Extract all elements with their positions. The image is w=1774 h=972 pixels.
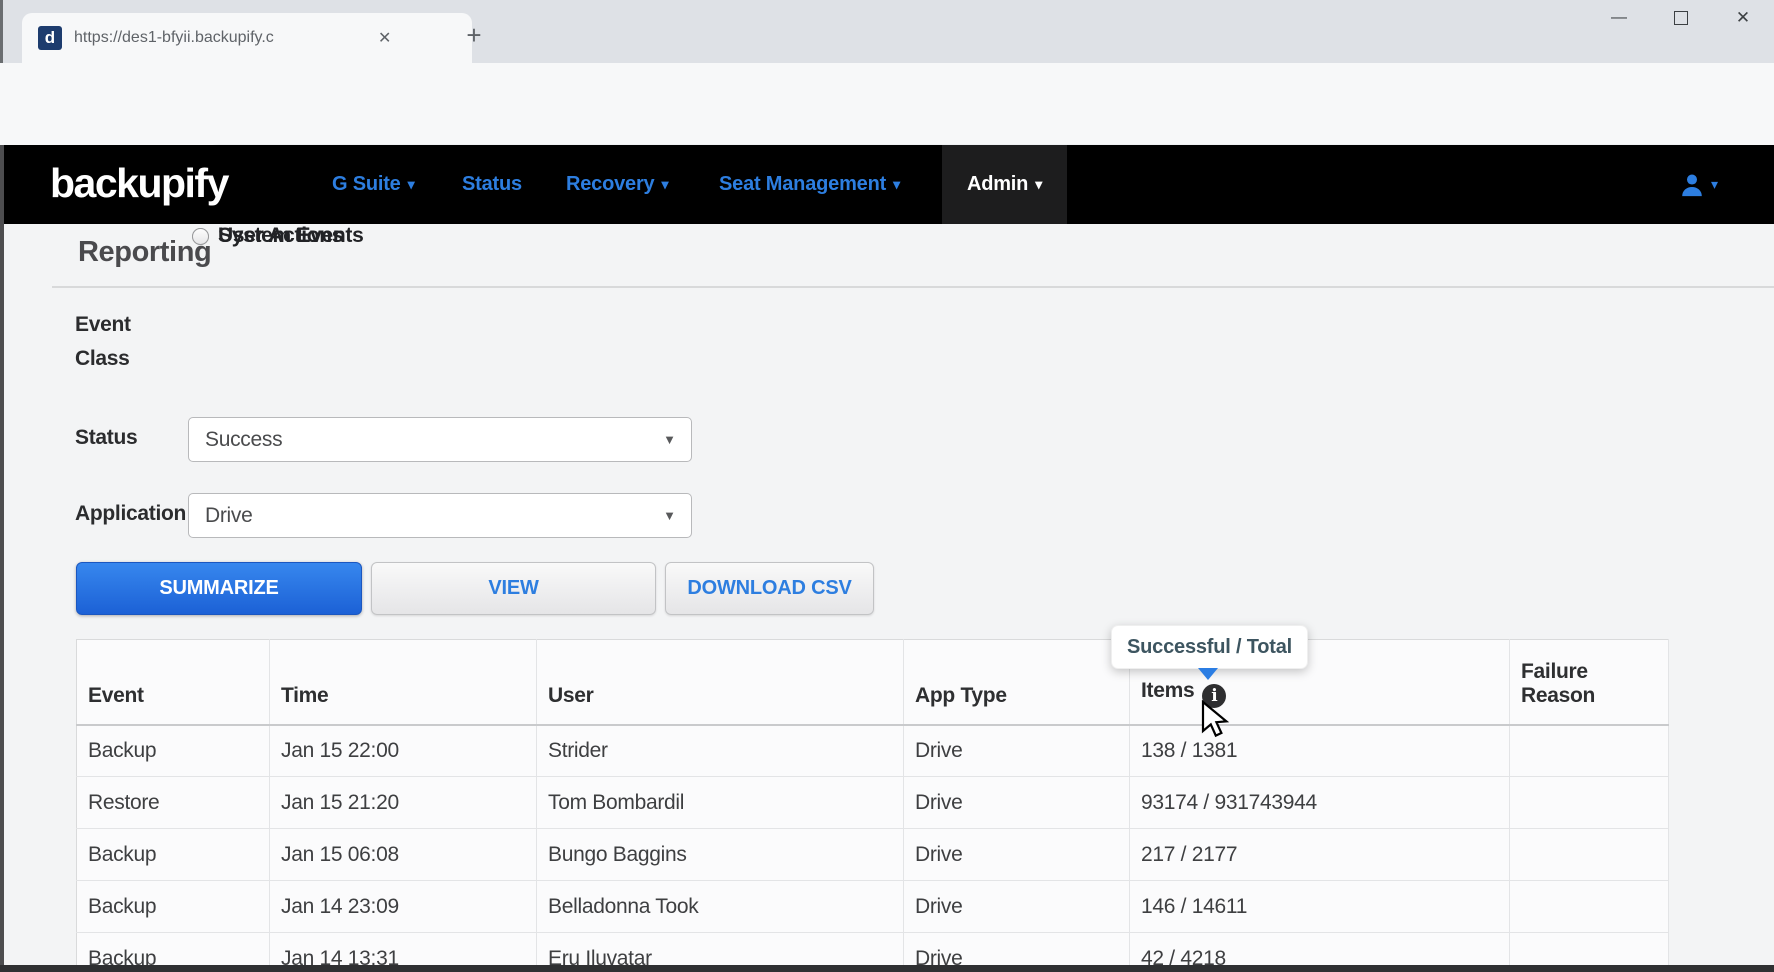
table-cell: Drive: [904, 725, 1130, 777]
window-close-button[interactable]: ✕: [1712, 0, 1774, 36]
table-header-row: Event Time User App Type Itemsi Failure …: [77, 640, 1669, 725]
report-table: Event Time User App Type Itemsi Failure …: [76, 639, 1669, 972]
table-cell: Jan 15 06:08: [270, 829, 537, 881]
table-cell: 93174 / 931743944: [1130, 777, 1510, 829]
table-cell: 138 / 1381: [1130, 725, 1510, 777]
tab-title: https://des1-bfyii.backupify.c: [74, 29, 360, 47]
summarize-button[interactable]: SUMMARIZE: [76, 562, 362, 615]
user-menu[interactable]: ▾: [1678, 145, 1718, 224]
table-cell: Drive: [904, 881, 1130, 933]
items-tooltip: Successful / Total: [1111, 625, 1308, 669]
status-select-value: Success: [205, 428, 282, 452]
table-row: Restore Jan 15 21:20 Tom Bombardil Drive…: [77, 777, 1669, 829]
table-cell: Bungo Baggins: [537, 829, 904, 881]
chevron-down-icon: ▼: [663, 508, 676, 523]
application-select-value: Drive: [205, 504, 253, 528]
app-navbar: backupify G Suite ▾ Status Recovery ▾ Se…: [0, 145, 1774, 224]
mouse-cursor: [1201, 700, 1233, 738]
chevron-down-icon: ▾: [1035, 176, 1042, 193]
table-row: Backup Jan 15 22:00 Strider Drive 138 / …: [77, 725, 1669, 777]
table-cell: Jan 15 22:00: [270, 725, 537, 777]
status-label: Status: [75, 421, 137, 455]
divider: [52, 286, 1774, 288]
reporting-page: Reporting Event Class System Events User…: [0, 224, 1774, 972]
nav-item-recovery[interactable]: Recovery ▾: [566, 145, 668, 224]
chevron-down-icon: ▾: [893, 176, 900, 193]
nav-links: G Suite ▾ Status Recovery ▾ Seat Managem…: [0, 145, 1774, 224]
window-edge: [0, 0, 3, 63]
tooltip-arrow-icon: [1198, 668, 1218, 680]
table-cell: Drive: [904, 777, 1130, 829]
application-select[interactable]: Drive ▼: [188, 493, 692, 538]
table-cell: Jan 15 21:20: [270, 777, 537, 829]
column-header-app-type: App Type: [904, 640, 1130, 725]
table-cell: [1510, 881, 1669, 933]
maximize-button[interactable]: [1650, 0, 1712, 36]
radio-button[interactable]: [192, 228, 209, 245]
application-label: Application: [75, 497, 186, 531]
table-cell: Restore: [77, 777, 270, 829]
chevron-down-icon: ▾: [408, 176, 415, 193]
nav-item-status[interactable]: Status: [462, 145, 522, 224]
browser-window: d https://des1-bfyii.backupify.c ✕ + — ✕: [0, 0, 1774, 972]
column-header-event: Event: [77, 640, 270, 725]
chevron-down-icon: ▾: [661, 176, 668, 193]
maximize-icon: [1674, 11, 1688, 25]
table-cell: Strider: [537, 725, 904, 777]
column-header-time: Time: [270, 640, 537, 725]
nav-item-g-suite[interactable]: G Suite ▾: [332, 145, 414, 224]
nav-item-seat-management[interactable]: Seat Management ▾: [719, 145, 900, 224]
tab-close-icon[interactable]: ✕: [378, 28, 391, 48]
table-row: Backup Jan 15 06:08 Bungo Baggins Drive …: [77, 829, 1669, 881]
table-row: Backup Jan 14 23:09 Belladonna Took Driv…: [77, 881, 1669, 933]
table-cell: Tom Bombardil: [537, 777, 904, 829]
column-header-failure-reason: Failure Reason: [1510, 640, 1669, 725]
table-cell: [1510, 777, 1669, 829]
browser-tab[interactable]: d https://des1-bfyii.backupify.c ✕: [22, 13, 472, 63]
download-csv-button[interactable]: DOWNLOAD CSV: [665, 562, 874, 615]
column-header-user: User: [537, 640, 904, 725]
chevron-down-icon: ▾: [1711, 176, 1718, 193]
window-edge: [0, 145, 4, 972]
browser-toolbar: des1-bfyi.backupify.com: [0, 63, 1774, 145]
user-icon: [1678, 171, 1706, 199]
table-cell: Backup: [77, 829, 270, 881]
table-cell: Backup: [77, 725, 270, 777]
table-cell: Belladonna Took: [537, 881, 904, 933]
table-cell: [1510, 725, 1669, 777]
table-cell: [1510, 829, 1669, 881]
table-cell: Drive: [904, 829, 1130, 881]
favicon: d: [38, 26, 62, 50]
status-select[interactable]: Success ▼: [188, 417, 692, 462]
radio-option-user-actions[interactable]: User Actions: [192, 224, 343, 248]
nav-item-admin[interactable]: Admin ▾: [942, 145, 1067, 224]
new-tab-button[interactable]: +: [458, 20, 490, 52]
table-cell: Jan 14 23:09: [270, 881, 537, 933]
window-edge: [0, 965, 1774, 972]
event-class-label: Event Class: [75, 308, 159, 376]
action-buttons: SUMMARIZEVIEWDOWNLOAD CSV: [0, 562, 1774, 615]
minimize-button[interactable]: —: [1588, 0, 1650, 36]
view-button[interactable]: VIEW: [371, 562, 656, 615]
table-cell: Backup: [77, 881, 270, 933]
tab-strip: d https://des1-bfyii.backupify.c ✕ + — ✕: [0, 0, 1774, 63]
table-cell: 146 / 14611: [1130, 881, 1510, 933]
table-cell: 217 / 2177: [1130, 829, 1510, 881]
chevron-down-icon: ▼: [663, 432, 676, 447]
window-controls: — ✕: [1588, 0, 1774, 36]
